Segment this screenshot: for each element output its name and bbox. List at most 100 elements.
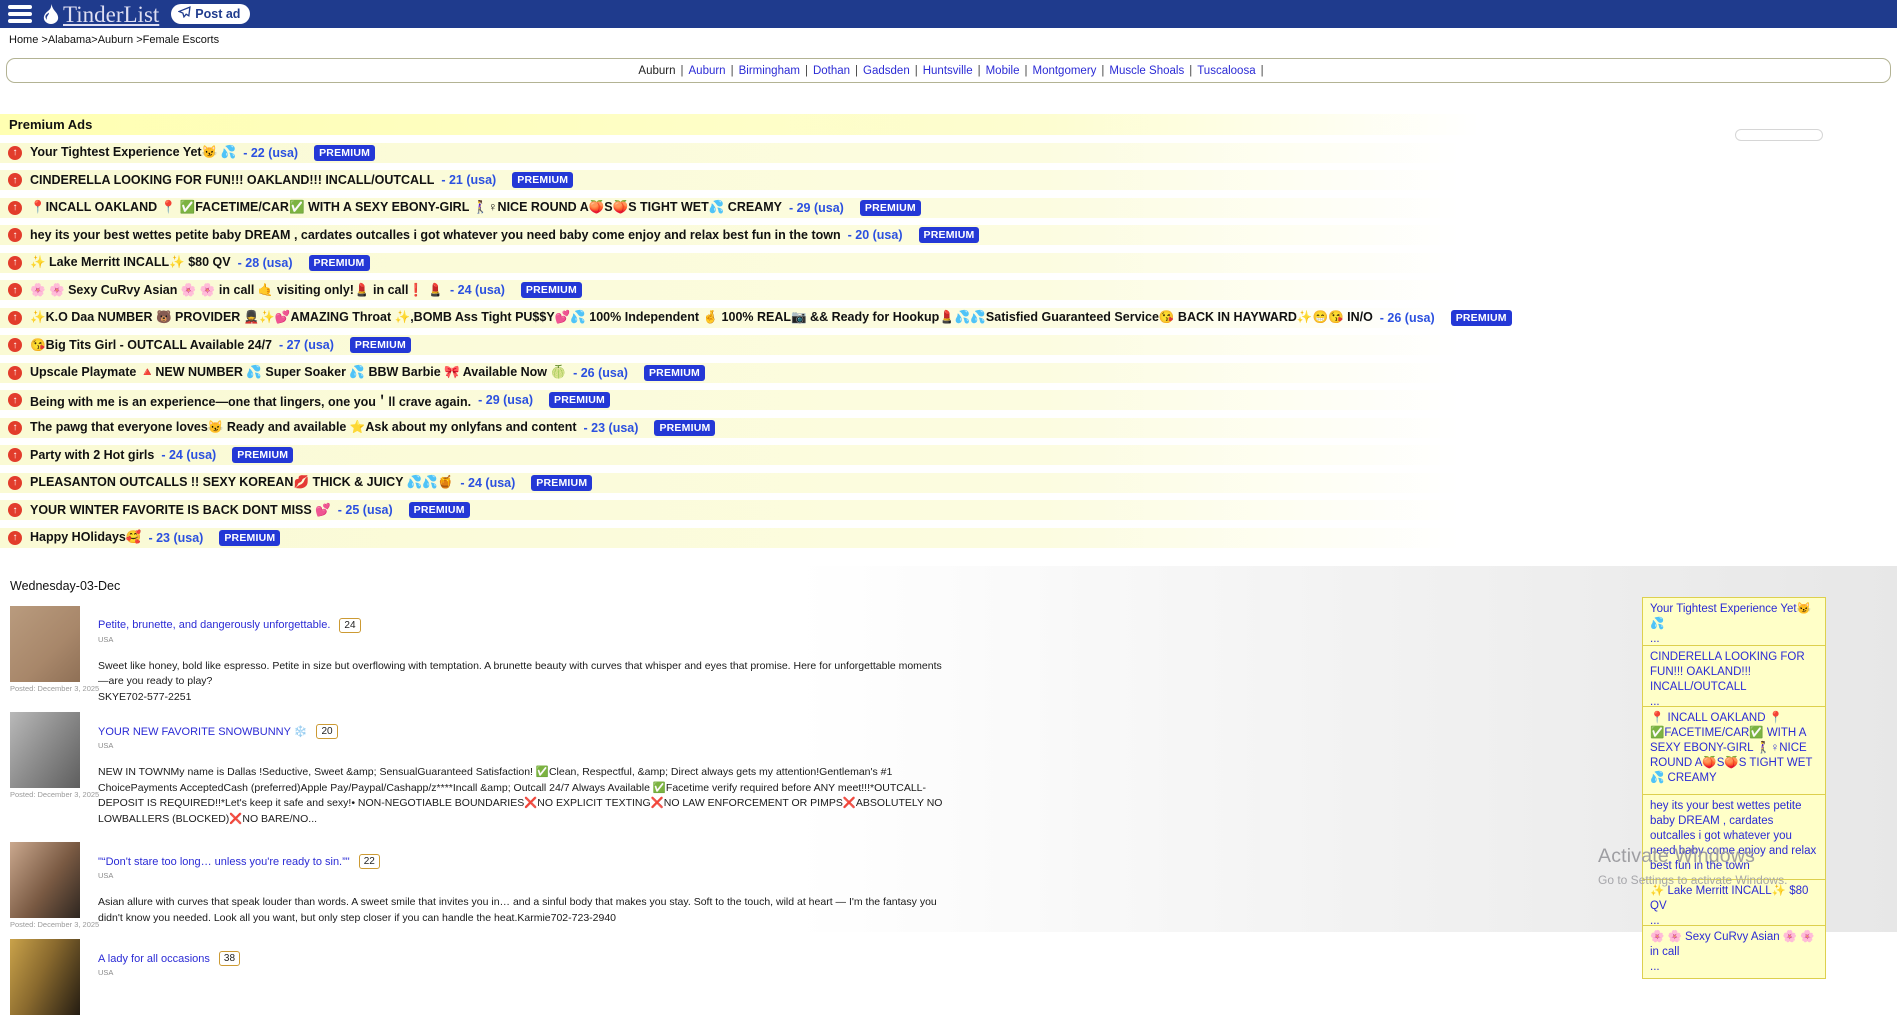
- brand-logo[interactable]: TinderList: [42, 3, 159, 26]
- city-link-tuscaloosa[interactable]: Tuscaloosa: [1197, 65, 1255, 77]
- premium-ad-row: ↑Upscale Playmate 🔺NEW NUMBER 💦 Super So…: [0, 363, 1897, 383]
- premium-ad-link[interactable]: Upscale Playmate 🔺NEW NUMBER 💦 Super Soa…: [30, 365, 566, 380]
- bump-up-icon: ↑: [8, 476, 22, 490]
- listing-title-link[interactable]: Petite, brunette, and dangerously unforg…: [98, 619, 330, 631]
- sidebar-ad-link[interactable]: CINDERELLA LOOKING FOR FUN!!! OAKLAND!!!…: [1650, 650, 1818, 695]
- premium-ad-link[interactable]: Being with me is an experience—one that …: [30, 391, 471, 410]
- bump-up-icon: ↑: [8, 228, 22, 242]
- premium-ad-link[interactable]: ✨K.O Daa NUMBER 🐻 PROVIDER 💂✨💕AMAZING Th…: [30, 310, 1373, 325]
- breadcrumb-category[interactable]: Female Escorts: [143, 34, 219, 46]
- bump-up-icon: ↑: [8, 283, 22, 297]
- premium-ad-meta: - 22 (usa): [243, 146, 298, 160]
- premium-ad-meta: - 26 (usa): [1380, 311, 1435, 325]
- city-link-montgomery[interactable]: Montgomery: [1032, 65, 1096, 77]
- sidebar-ad-link[interactable]: 🌸 🌸 Sexy CuRvy Asian 🌸 🌸 in call: [1650, 930, 1818, 960]
- listings-section: Posted: December 3, 2025 Petite, brunett…: [0, 605, 1897, 1026]
- premium-ad-link[interactable]: Happy HOlidays🥰: [30, 530, 141, 545]
- listing-photo[interactable]: [10, 939, 80, 1015]
- sidebar-ad-link[interactable]: Your Tightest Experience Yet😼 💦: [1650, 602, 1818, 632]
- breadcrumb: Home >Alabama>Auburn >Female Escorts: [0, 28, 1897, 49]
- listing-title-link[interactable]: YOUR NEW FAVORITE SNOWBUNNY ❄️: [98, 725, 307, 738]
- premium-ad-meta: - 27 (usa): [279, 338, 334, 352]
- sidebar-more-ellipsis[interactable]: ...: [1650, 633, 1660, 645]
- premium-ad-row: ↑ Happy HOlidays🥰 - 23 (usa) PREMIUM: [0, 528, 1897, 548]
- city-link-muscle-shoals[interactable]: Muscle Shoals: [1109, 65, 1184, 77]
- premium-ad-meta: - 29 (usa): [478, 393, 533, 407]
- city-link-birmingham[interactable]: Birmingham: [739, 65, 800, 77]
- sidebar-premium-box: 📍 INCALL OAKLAND 📍 ✅FACETIME/CAR✅ WITH A…: [1642, 706, 1826, 805]
- premium-ad-link[interactable]: The pawg that everyone loves😼 Ready and …: [30, 420, 577, 435]
- premium-ad-row: ↑ 📍INCALL OAKLAND 📍 ✅FACETIME/CAR✅ WITH A…: [0, 198, 1897, 218]
- premium-ad-link[interactable]: YOUR WINTER FAVORITE IS BACK DONT MISS 💕: [30, 503, 331, 518]
- posted-date: Posted: December 3, 2025: [10, 684, 99, 693]
- breadcrumb-state[interactable]: Alabama: [48, 34, 91, 46]
- premium-ad-meta: - 29 (usa): [789, 201, 844, 215]
- sidebar-premium-box: 🌸 🌸 Sexy CuRvy Asian 🌸 🌸 in call ...: [1642, 925, 1826, 979]
- posted-date: Posted: December 3, 2025: [10, 790, 99, 799]
- listing-title-link[interactable]: "“Don't stare too long… unless you're re…: [98, 856, 350, 868]
- premium-ad-row: ↑ hey its your best wettes petite baby DR…: [0, 225, 1897, 245]
- breadcrumb-city[interactable]: Auburn: [98, 34, 133, 46]
- premium-badge: PREMIUM: [654, 420, 715, 436]
- city-link-huntsville[interactable]: Huntsville: [923, 65, 973, 77]
- premium-ad-row: ↑Party with 2 Hot girls- 24 (usa)PREMIUM: [0, 445, 1897, 465]
- top-header-bar: TinderList Post ad: [0, 0, 1897, 28]
- premium-badge: PREMIUM: [219, 530, 280, 546]
- activate-windows-watermark: Activate Windows: [1598, 845, 1755, 868]
- premium-ad-link[interactable]: 🌸 🌸 Sexy CuRvy Asian 🌸 🌸 in call 🤙 visit…: [30, 283, 443, 298]
- premium-badge: PREMIUM: [919, 227, 980, 243]
- premium-ad-row: ↑✨K.O Daa NUMBER 🐻 PROVIDER 💂✨💕AMAZING T…: [0, 308, 1897, 328]
- listing-item: Posted: December 3, 2025 Petite, brunett…: [0, 605, 1897, 706]
- premium-ad-link[interactable]: PLEASANTON OUTCALLS !! SEXY KOREAN💋 THIC…: [30, 475, 453, 490]
- premium-ad-row: ↑ Being with me is an experience—one that…: [0, 390, 1897, 410]
- listing-item: A lady for all occasions 38 USA: [0, 938, 1897, 1026]
- premium-ad-link[interactable]: 😘Big Tits Girl - OUTCALL Available 24/7: [30, 338, 272, 353]
- age-badge: 38: [219, 951, 240, 966]
- premium-badge: PREMIUM: [409, 502, 470, 518]
- city-link-gadsden[interactable]: Gadsden: [863, 65, 910, 77]
- premium-ad-link[interactable]: ✨ Lake Merritt INCALL✨ $80 QV: [30, 255, 231, 270]
- listing-photo[interactable]: [10, 842, 80, 918]
- post-ad-button[interactable]: Post ad: [171, 4, 250, 24]
- bump-up-icon: ↑: [8, 421, 22, 435]
- sidebar-ad-link[interactable]: 📍 INCALL OAKLAND 📍 ✅FACETIME/CAR✅ WITH A…: [1650, 711, 1818, 786]
- country-label: USA: [98, 635, 1897, 644]
- city-link-mobile[interactable]: Mobile: [986, 65, 1020, 77]
- bump-up-icon: ↑: [8, 393, 22, 407]
- premium-ad-meta: - 23 (usa): [148, 531, 203, 545]
- breadcrumb-home[interactable]: Home: [9, 34, 38, 46]
- paper-plane-icon: [178, 6, 191, 21]
- listing-title-link[interactable]: A lady for all occasions: [98, 953, 210, 965]
- premium-badge: PREMIUM: [521, 282, 582, 298]
- premium-ad-link[interactable]: Your Tightest Experience Yet😼 💦: [30, 145, 236, 160]
- sidebar-ad-link[interactable]: ✨ Lake Merritt INCALL✨ $80 QV: [1650, 884, 1818, 914]
- listing-photo[interactable]: [10, 712, 80, 788]
- listing-description: Asian allure with curves that speak loud…: [98, 895, 946, 926]
- premium-badge: PREMIUM: [314, 145, 375, 161]
- premium-badge: PREMIUM: [1451, 310, 1512, 326]
- bump-up-icon: ↑: [8, 201, 22, 215]
- premium-ad-link[interactable]: hey its your best wettes petite baby DRE…: [30, 228, 841, 242]
- premium-ad-link[interactable]: CINDERELLA LOOKING FOR FUN!!! OAKLAND!!!…: [30, 173, 434, 187]
- premium-badge: PREMIUM: [232, 447, 293, 463]
- premium-ad-link[interactable]: 📍INCALL OAKLAND 📍 ✅FACETIME/CAR✅ WITH A …: [30, 200, 782, 215]
- listing-photo[interactable]: [10, 606, 80, 682]
- country-label: USA: [98, 741, 1897, 750]
- city-current: Auburn: [638, 65, 675, 77]
- empty-ad-placeholder-box: [1735, 129, 1823, 141]
- hamburger-menu-icon[interactable]: [8, 5, 32, 23]
- listing-description: Sweet like honey, bold like espresso. Pe…: [98, 659, 946, 690]
- posted-date: Posted: December 3, 2025: [10, 920, 99, 929]
- bump-up-icon: ↑: [8, 503, 22, 517]
- premium-ad-meta: - 28 (usa): [238, 256, 293, 270]
- premium-ad-link[interactable]: Party with 2 Hot girls: [30, 448, 154, 462]
- premium-ad-meta: - 20 (usa): [848, 228, 903, 242]
- city-link-auburn[interactable]: Auburn: [689, 65, 726, 77]
- bump-up-icon: ↑: [8, 448, 22, 462]
- bump-up-icon: ↑: [8, 531, 22, 545]
- city-link-dothan[interactable]: Dothan: [813, 65, 850, 77]
- age-badge: 20: [316, 724, 337, 739]
- sidebar-more-ellipsis[interactable]: ...: [1650, 961, 1660, 973]
- premium-badge: PREMIUM: [309, 255, 370, 271]
- listing-item: Posted: December 3, 2025 YOUR NEW FAVORI…: [0, 711, 1897, 827]
